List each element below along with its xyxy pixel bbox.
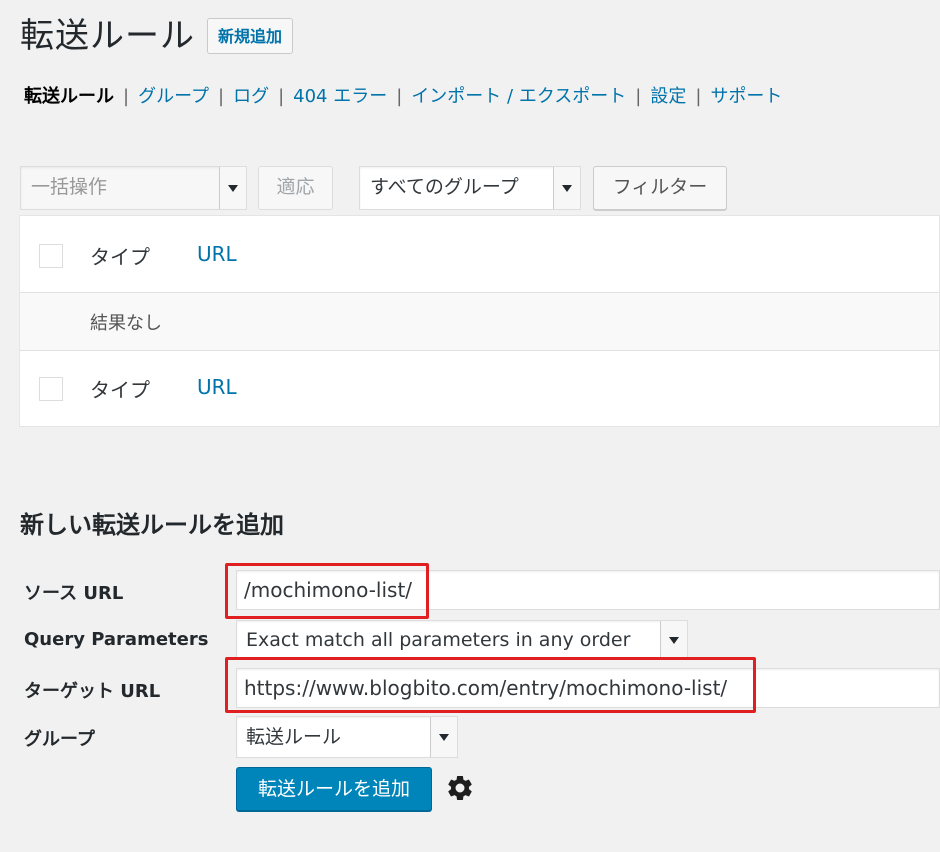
add-redirect-heading: 新しい転送ルールを追加	[20, 511, 284, 539]
nav-item-redirects[interactable]: 転送ルール	[24, 86, 114, 107]
redirects-table: タイプ URL 結果なし タイプ URL	[19, 215, 940, 427]
column-footer-type: タイプ	[90, 378, 150, 402]
target-url-label: ターゲット URL	[24, 681, 161, 702]
bulk-action-select[interactable]: 一括操作	[20, 166, 247, 210]
source-url-label: ソース URL	[24, 583, 124, 604]
group-select-value: 転送ルール	[246, 726, 342, 748]
nav-item-404-errors[interactable]: 404 エラー	[293, 86, 387, 107]
select-all-checkbox[interactable]	[39, 244, 63, 268]
chevron-down-icon	[660, 621, 687, 659]
nav-item-groups[interactable]: グループ	[138, 86, 209, 107]
add-redirect-button[interactable]: 転送ルールを追加	[236, 767, 432, 811]
nav-separator: |	[396, 86, 403, 107]
nav-separator: |	[278, 86, 285, 107]
bulk-action-value: 一括操作	[31, 176, 108, 198]
nav-item-support[interactable]: サポート	[710, 86, 782, 107]
query-parameters-label: Query Parameters	[24, 629, 209, 650]
nav-separator: |	[635, 86, 642, 107]
apply-button[interactable]: 適応	[258, 166, 333, 210]
select-all-checkbox-footer[interactable]	[39, 377, 63, 401]
column-header-type: タイプ	[90, 245, 150, 269]
empty-message: 結果なし	[90, 313, 162, 334]
query-parameters-select[interactable]: Exact match all parameters in any order	[236, 620, 688, 660]
column-header-url[interactable]: URL	[197, 242, 237, 266]
column-footer-url[interactable]: URL	[197, 375, 237, 399]
nav-item-logs[interactable]: ログ	[233, 86, 269, 107]
source-url-highlight	[225, 563, 429, 619]
group-filter-select[interactable]: すべてのグループ	[359, 166, 581, 210]
table-header-row: タイプ URL	[20, 216, 939, 292]
table-row-empty: 結果なし	[20, 292, 939, 351]
nav-separator: |	[695, 86, 702, 107]
query-parameters-value: Exact match all parameters in any order	[246, 629, 631, 651]
group-label: グループ	[24, 729, 95, 750]
chevron-down-icon	[219, 167, 246, 209]
table-footer-row: タイプ URL	[20, 349, 939, 426]
gear-icon[interactable]	[445, 773, 475, 803]
add-new-button[interactable]: 新規追加	[207, 18, 294, 54]
chevron-down-icon	[430, 717, 457, 757]
filter-button[interactable]: フィルター	[593, 166, 727, 210]
nav-item-import-export[interactable]: インポート / エクスポート	[411, 86, 626, 107]
nav-item-settings[interactable]: 設定	[650, 86, 686, 107]
group-select[interactable]: 転送ルール	[236, 716, 458, 758]
target-url-highlight	[225, 657, 756, 713]
nav-separator: |	[123, 86, 130, 107]
group-filter-value: すべてのグループ	[370, 176, 519, 198]
nav-separator: |	[218, 86, 225, 107]
subsubsub-nav: 転送ルール | グループ | ログ | 404 エラー | インポート / エクスポート | 設定 |…	[24, 84, 782, 110]
chevron-down-icon	[553, 167, 580, 209]
page-title: 転送ルール	[20, 16, 195, 56]
